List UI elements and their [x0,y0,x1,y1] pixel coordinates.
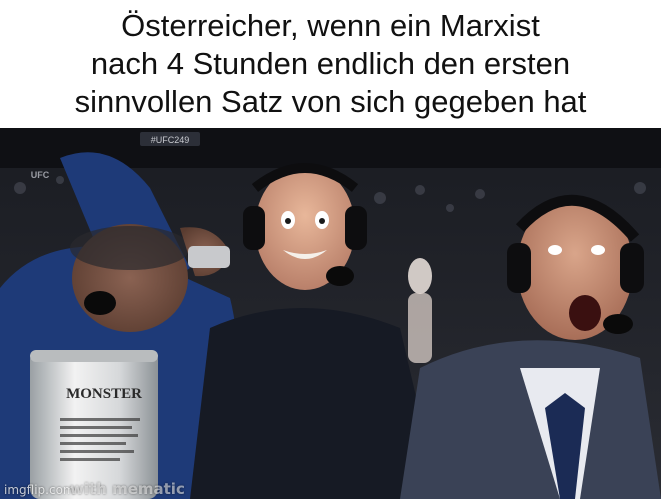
background-figure [408,258,432,363]
caption-line-1: Österreicher, wenn ein Marxist [121,8,540,43]
right-headset-mic [603,314,633,334]
middle-headset-mic [326,266,354,286]
meme: Österreicher, wenn ein Marxist nach 4 St… [0,0,661,499]
mematic-watermark: with mematic [70,480,185,498]
right-earcup-left [507,243,531,293]
caption-line-2: nach 4 Stunden endlich den ersten [90,46,571,81]
event-sign-text: #UFC249 [151,135,190,145]
arena-sign-text: UFC [31,170,50,180]
can-brand-text: MONSTER [66,386,142,402]
meme-caption: Österreicher, wenn ein Marxist nach 4 St… [0,0,661,128]
watch [188,246,230,268]
commentators-photo: #UFC249 UFC MONSTER imgflip.com with mem… [0,128,661,499]
imgflip-watermark: imgflip.com [4,483,75,497]
open-mouth [569,295,601,331]
left-headset-mic [84,291,116,315]
middle-earcup-left [243,206,265,250]
middle-earcup-right [345,206,367,250]
right-earcup-right [620,243,644,293]
photo-illustration: #UFC249 UFC MONSTER [0,128,661,499]
caption-line-3: sinnvollen Satz von sich gegeben hat [74,84,587,119]
energy-drink-can: MONSTER [30,350,158,499]
